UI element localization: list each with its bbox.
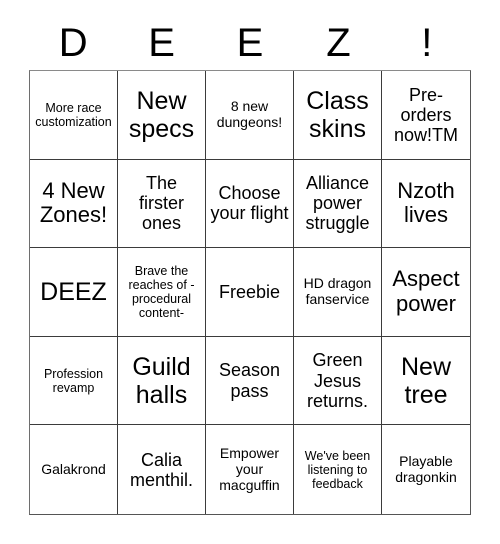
bingo-cell-r5c5[interactable]: Playable dragonkin bbox=[382, 425, 470, 514]
bingo-cell-r5c4[interactable]: We've been listening to feedback bbox=[294, 425, 382, 514]
bingo-cell-r1c4[interactable]: Class skins bbox=[294, 71, 382, 160]
header-letter-2: E bbox=[236, 21, 264, 65]
bingo-cell-r1c3[interactable]: 8 new dungeons! bbox=[206, 71, 294, 160]
bingo-cell-r1c5[interactable]: Pre-orders now!TM bbox=[382, 71, 470, 160]
bingo-cell-label: Class skins bbox=[306, 86, 369, 143]
bingo-cell-r2c5[interactable]: Nzoth lives bbox=[382, 159, 470, 249]
bingo-cell-r4c1[interactable]: Profession revamp bbox=[30, 336, 118, 426]
bingo-cell-label: We've been listening to feedback bbox=[304, 448, 371, 491]
bingo-cell-label: Choose your flight bbox=[210, 183, 289, 224]
bingo-card: D E E Z ! More race customization New sp… bbox=[0, 0, 500, 544]
bingo-cell-label: Alliance power struggle bbox=[305, 173, 370, 234]
bingo-cell-r3c3[interactable]: Freebie bbox=[206, 248, 294, 337]
bingo-cell-label: HD dragon fanservice bbox=[303, 275, 372, 307]
bingo-cell-r3c1[interactable]: DEEZ bbox=[30, 248, 118, 337]
bingo-cell-r1c2[interactable]: New specs bbox=[118, 71, 206, 160]
bingo-cell-r3c2[interactable]: Brave the reaches of - procedural conten… bbox=[118, 248, 206, 337]
bingo-cell-r5c2[interactable]: Calia menthil. bbox=[118, 425, 206, 514]
bingo-cell-r2c1[interactable]: 4 New Zones! bbox=[30, 159, 118, 249]
bingo-cell-r2c3[interactable]: Choose your flight bbox=[206, 159, 294, 249]
bingo-cell-label: More race customization bbox=[35, 100, 112, 129]
bingo-cell-label: Playable dragonkin bbox=[395, 453, 457, 485]
header-letter-1: E bbox=[148, 21, 175, 65]
header-letter-4: ! bbox=[421, 21, 433, 65]
bingo-cell-label: Freebie bbox=[218, 281, 281, 302]
bingo-header-letters: D E E Z ! bbox=[29, 16, 471, 70]
bingo-cell-label: DEEZ bbox=[40, 277, 107, 306]
bingo-cell-r5c1[interactable]: Galakrond bbox=[30, 425, 118, 514]
bingo-cell-label: Empower your macguffin bbox=[219, 445, 280, 493]
bingo-cell-r5c3[interactable]: Empower your macguffin bbox=[206, 425, 294, 514]
bingo-cell-label: 4 New Zones! bbox=[39, 177, 108, 228]
header-letter-3: Z bbox=[326, 21, 351, 65]
bingo-grid: More race customization New specs 8 new … bbox=[29, 70, 471, 515]
bingo-cell-label: New tree bbox=[400, 352, 451, 409]
header-letter-0: D bbox=[58, 21, 88, 65]
bingo-cell-label: Season pass bbox=[218, 360, 281, 401]
bingo-cell-label: New specs bbox=[128, 86, 195, 143]
bingo-cell-r3c5[interactable]: Aspect power bbox=[382, 248, 470, 337]
bingo-cell-label: Galakrond bbox=[41, 460, 106, 477]
bingo-cell-label: 8 new dungeons! bbox=[216, 98, 283, 130]
bingo-cell-label: The firster ones bbox=[139, 173, 184, 234]
bingo-cell-r4c3[interactable]: Season pass bbox=[206, 336, 294, 426]
bingo-cell-label: Brave the reaches of - procedural conten… bbox=[128, 263, 195, 320]
bingo-cell-label: Nzoth lives bbox=[397, 177, 455, 228]
bingo-cell-label: Guild halls bbox=[132, 352, 191, 409]
bingo-cell-r4c5[interactable]: New tree bbox=[382, 336, 470, 426]
bingo-cell-r3c4[interactable]: HD dragon fanservice bbox=[294, 248, 382, 337]
bingo-cell-r2c2[interactable]: The firster ones bbox=[118, 159, 206, 249]
bingo-cell-r4c4[interactable]: Green Jesus returns. bbox=[294, 336, 382, 426]
bingo-cell-label: Pre-orders now!TM bbox=[393, 84, 458, 145]
bingo-cell-label: Profession revamp bbox=[43, 366, 104, 395]
bingo-cell-label: Calia menthil. bbox=[129, 449, 194, 490]
bingo-cell-r1c1[interactable]: More race customization bbox=[30, 71, 118, 160]
bingo-cell-label: Aspect power bbox=[392, 266, 460, 316]
bingo-cell-r4c2[interactable]: Guild halls bbox=[118, 336, 206, 426]
bingo-cell-r2c4[interactable]: Alliance power struggle bbox=[294, 159, 382, 249]
bingo-cell-label: Green Jesus returns. bbox=[306, 350, 369, 411]
